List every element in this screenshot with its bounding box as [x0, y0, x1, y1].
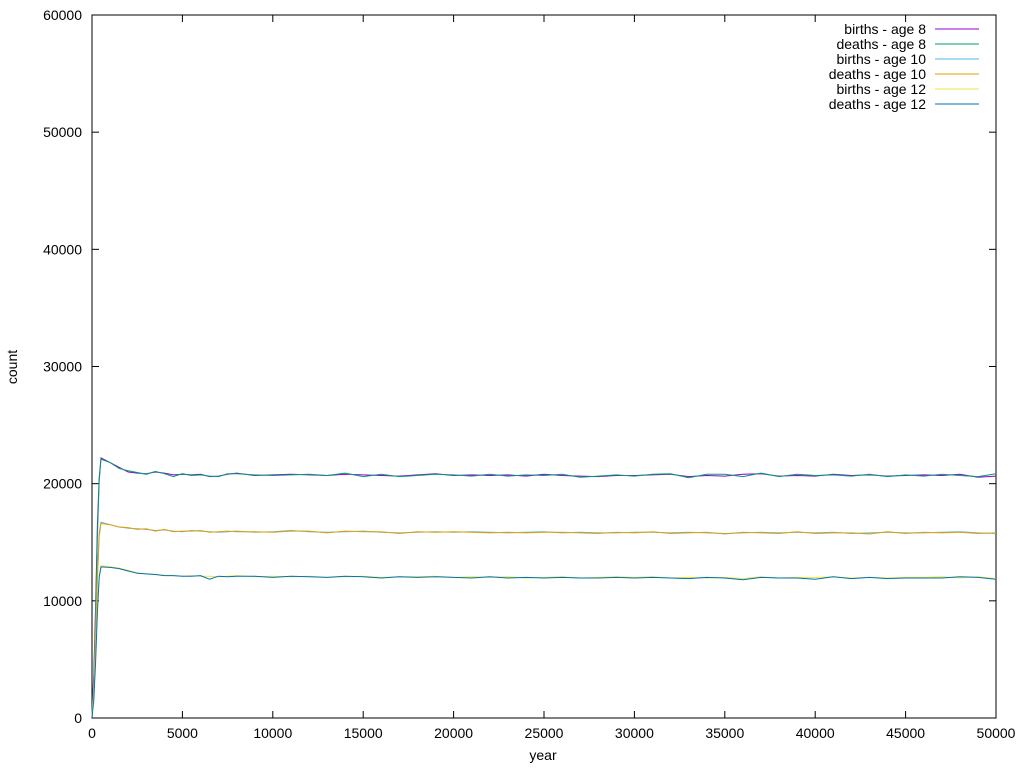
legend-label: births - age 8 — [844, 21, 926, 37]
x-tick-label: 35000 — [705, 725, 744, 741]
x-axis-title: year — [529, 747, 557, 763]
x-tick-label: 30000 — [615, 725, 654, 741]
legend-label: births - age 10 — [837, 51, 927, 67]
x-tick-label: 20000 — [434, 725, 473, 741]
y-axis: 0 10000 20000 30000 40000 50000 60000 — [43, 7, 996, 726]
legend-label: births - age 12 — [837, 81, 927, 97]
series-line-3 — [91, 521, 997, 717]
y-axis-title: count — [4, 350, 20, 384]
legend-label: deaths - age 12 — [829, 96, 927, 112]
series-line-5 — [91, 565, 997, 717]
x-tick-label: 10000 — [253, 725, 292, 741]
x-tick-label: 40000 — [796, 725, 835, 741]
series-line-1 — [91, 457, 997, 716]
y-tick-label: 40000 — [43, 241, 82, 257]
x-tick-label: 45000 — [886, 725, 925, 741]
x-tick-label: 50000 — [977, 725, 1016, 741]
legend-label: deaths - age 8 — [836, 36, 926, 52]
y-tick-label: 30000 — [43, 359, 82, 375]
plot-border — [91, 14, 997, 719]
legend-label: deaths - age 10 — [829, 66, 927, 82]
chart-canvas: 0 5000 10000 15000 20000 25000 30000 35000 40000… — [4, 7, 1016, 763]
y-tick-label: 10000 — [43, 593, 82, 609]
y-tick-label: 50000 — [43, 124, 82, 140]
legend: births - age 8deaths - age 8births - age… — [829, 21, 979, 112]
x-tick-label: 15000 — [344, 725, 383, 741]
series-line-6 — [91, 566, 997, 718]
series-group — [91, 457, 997, 718]
x-tick-label: 25000 — [525, 725, 564, 741]
x-axis: 0 5000 10000 15000 20000 25000 30000 35000 40000… — [88, 15, 1016, 741]
x-tick-label: 5000 — [167, 725, 198, 741]
y-tick-label: 20000 — [43, 476, 82, 492]
y-tick-label: 60000 — [43, 7, 82, 23]
x-tick-label: 0 — [88, 725, 96, 741]
y-tick-label: 0 — [74, 710, 82, 726]
series-line-2 — [91, 458, 997, 717]
line-chart: 0 5000 10000 15000 20000 25000 30000 35000 40000… — [0, 0, 1024, 768]
series-line-4 — [91, 522, 997, 718]
